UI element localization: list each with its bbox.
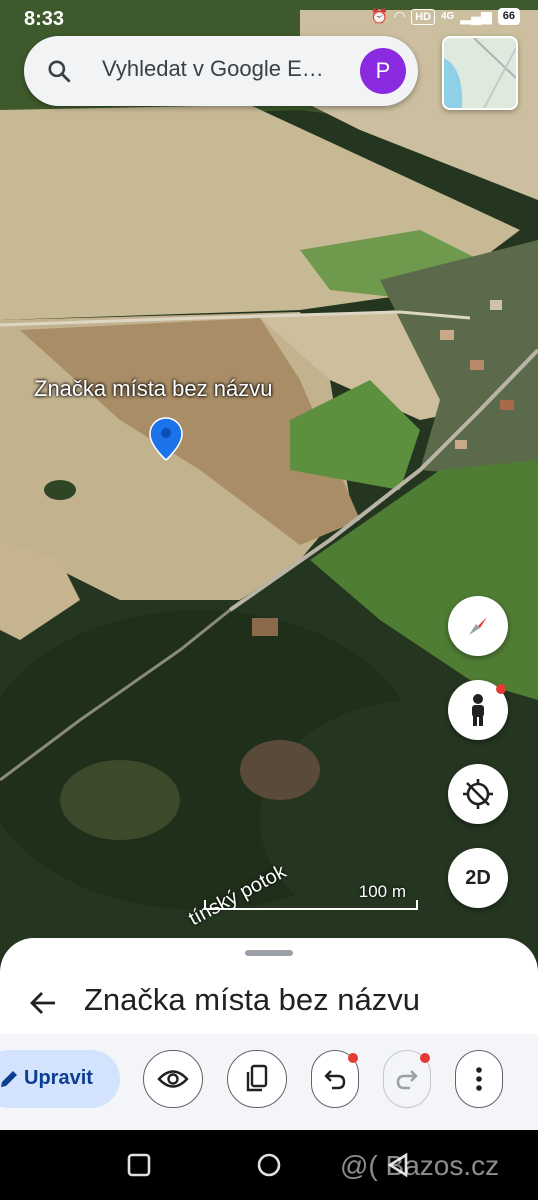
search-icon[interactable] — [46, 58, 72, 84]
battery-indicator: 66 — [497, 8, 520, 25]
scale-bar: 100 m — [204, 882, 418, 912]
hd-badge: HD — [411, 8, 435, 25]
more-options-button[interactable] — [455, 1050, 503, 1108]
redo-notification-dot — [420, 1053, 430, 1063]
edit-label: Upravit — [24, 1067, 93, 1089]
sheet-drag-handle[interactable] — [245, 950, 293, 956]
status-bar: 8:33 ⏰ ◠ HD 4G ▂▄▆ 66 — [0, 0, 538, 40]
view-mode-button[interactable]: 2D — [448, 848, 508, 908]
pencil-icon — [1, 1071, 17, 1087]
recents-icon[interactable] — [126, 1152, 152, 1178]
street-view-button[interactable] — [448, 680, 508, 740]
signal-icon: ▂▄▆ — [460, 8, 492, 24]
wifi-icon: ◠ — [394, 8, 406, 24]
visibility-button[interactable] — [143, 1050, 203, 1108]
status-icons: ⏰ ◠ HD 4G ▂▄▆ 66 — [371, 8, 520, 25]
marker-label: Značka místa bez názvu — [34, 376, 273, 401]
location-pin-icon[interactable] — [148, 416, 184, 462]
bottom-sheet[interactable]: Značka místa bez názvu Upravit — [0, 938, 538, 1130]
search-bar[interactable]: Vyhledat v Google E… P — [24, 36, 418, 106]
eye-icon — [157, 1070, 189, 1088]
layers-icon — [246, 1064, 268, 1092]
undo-icon — [324, 1070, 346, 1090]
redo-icon — [396, 1070, 418, 1090]
avatar[interactable]: P — [360, 48, 406, 94]
more-vert-icon — [476, 1067, 482, 1091]
search-input[interactable]: Vyhledat v Google E… — [102, 56, 338, 82]
back-arrow-icon[interactable] — [28, 988, 58, 1018]
my-location-button[interactable] — [448, 764, 508, 824]
undo-button[interactable] — [311, 1050, 359, 1108]
layers-button[interactable] — [227, 1050, 287, 1108]
scale-line — [204, 900, 418, 910]
minimap-icon — [444, 38, 516, 108]
my-location-icon — [463, 779, 493, 809]
redo-button[interactable] — [383, 1050, 431, 1108]
compass-button[interactable] — [448, 596, 508, 656]
scale-label: 100 m — [358, 882, 406, 901]
network-type: 4G — [440, 11, 455, 22]
alarm-icon: ⏰ — [370, 8, 389, 24]
watermark: @( Bazos.cz — [340, 1150, 500, 1181]
sheet-title: Značka místa bez názvu — [84, 982, 420, 1017]
status-time: 8:33 — [24, 8, 65, 30]
compass-icon — [469, 617, 487, 635]
notification-dot — [496, 684, 506, 694]
undo-notification-dot — [348, 1053, 358, 1063]
minimap-thumbnail[interactable] — [442, 36, 518, 110]
home-icon[interactable] — [256, 1152, 282, 1178]
edit-toolbar: Upravit — [0, 1034, 538, 1130]
street-view-icon — [472, 694, 484, 726]
edit-button[interactable]: Upravit — [0, 1050, 120, 1108]
